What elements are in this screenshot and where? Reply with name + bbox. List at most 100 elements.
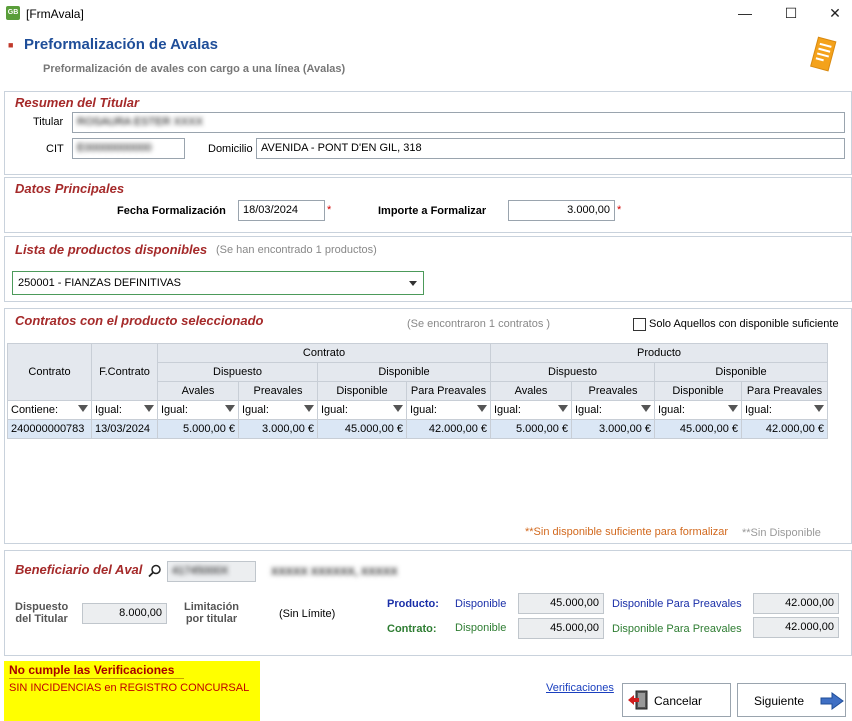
subgroup-header-dispuesto: Dispuesto — [490, 362, 655, 382]
filter-cell[interactable]: Igual: — [741, 400, 828, 420]
document-icon — [810, 36, 837, 72]
filter-cell[interactable]: Igual: — [238, 400, 318, 420]
resumen-section: Resumen del Titular — [4, 91, 852, 175]
cell-value: 45.000,00 € — [317, 419, 407, 439]
filter-row: Contiene: Igual: Igual: Igual: Igual: Ig… — [7, 400, 828, 420]
contrato-preavales-label: Disponible Para Preavales — [612, 623, 742, 635]
cell-value: 5.000,00 € — [490, 419, 572, 439]
filter-cell[interactable]: Igual: — [157, 400, 239, 420]
col-header-preavales[interactable]: Preavales — [238, 381, 318, 401]
col-header-contrato[interactable]: Contrato — [7, 343, 92, 401]
beneficiario-name: XXXXX XXXXXX, XXXXX — [271, 566, 398, 578]
warning-title: No cumple las Verificaciones — [9, 663, 175, 677]
group-header-producto: Producto — [490, 343, 828, 363]
next-label: Siguiente — [754, 694, 805, 708]
productos-title: Lista de productos disponibles — [15, 242, 208, 257]
domicilio-field[interactable]: AVENIDA - PONT D'EN GIL, 318 — [256, 138, 845, 159]
filter-cell[interactable]: Igual: — [317, 400, 407, 420]
verification-warning-box: No cumple las Verificaciones SIN INCIDEN… — [4, 661, 260, 721]
page-subtitle: Preformalización de avales con cargo a u… — [43, 63, 346, 75]
cancel-button[interactable]: Cancelar — [622, 683, 731, 717]
table-row[interactable]: 240000000783 13/03/2024 5.000,00 € 3.000… — [7, 419, 828, 439]
contrato-disponible-field: 45.000,00 — [518, 618, 604, 639]
filter-icon[interactable] — [477, 405, 487, 412]
producto-preavales-label: Disponible Para Preavales — [612, 598, 742, 610]
cell-value: 5.000,00 € — [157, 419, 239, 439]
col-header-preavales[interactable]: Preavales — [571, 381, 655, 401]
contratos-table: Contrato F.Contrato Contrato Producto Di… — [7, 343, 828, 439]
col-header-disponible[interactable]: Disponible — [654, 381, 742, 401]
filter-icon[interactable] — [144, 405, 154, 412]
cell-value: 45.000,00 € — [654, 419, 742, 439]
subgroup-header-disponible: Disponible — [654, 362, 828, 382]
filter-cell[interactable]: Igual: — [571, 400, 655, 420]
datos-title: Datos Principales — [15, 181, 125, 196]
filter-icon[interactable] — [728, 405, 738, 412]
exit-door-icon — [628, 690, 648, 710]
filter-cell[interactable]: Contiene: — [7, 400, 92, 420]
productos-count: (Se han encontrado 1 productos) — [216, 244, 377, 256]
group-header-contrato: Contrato — [157, 343, 491, 363]
col-header-para-preavales[interactable]: Para Preavales — [406, 381, 491, 401]
producto-label: Producto: — [387, 598, 439, 610]
titular-field[interactable]: ROSAURA ESTER XXXX — [72, 112, 845, 133]
limitacion-label: Limitación por titular — [184, 601, 240, 625]
col-header-avales[interactable]: Avales — [157, 381, 239, 401]
producto-select[interactable]: 250001 - FIANZAS DEFINITIVAS — [12, 271, 424, 295]
producto-disponible-label: Disponible — [455, 598, 507, 610]
cit-field[interactable]: E00000000000 — [72, 138, 185, 159]
cell-value: 42.000,00 € — [741, 419, 828, 439]
fecha-label: Fecha Formalización — [117, 205, 226, 217]
filter-cell[interactable]: Igual: — [654, 400, 742, 420]
verificaciones-link[interactable]: Verificaciones — [546, 682, 614, 694]
next-button[interactable]: Siguiente — [737, 683, 846, 717]
close-button[interactable]: ✕ — [812, 0, 852, 28]
contratos-title: Contratos con el producto seleccionado — [15, 313, 264, 328]
solo-disponible-checkbox[interactable] — [633, 318, 646, 331]
minimize-button[interactable]: — — [722, 0, 768, 28]
chevron-down-icon — [409, 281, 417, 286]
maximize-button[interactable]: ☐ — [768, 0, 814, 28]
warning-divider — [9, 678, 184, 679]
col-header-para-preavales[interactable]: Para Preavales — [741, 381, 828, 401]
contrato-label: Contrato: — [387, 623, 437, 635]
col-header-fcontrato[interactable]: F.Contrato — [91, 343, 158, 401]
importe-required-mark: * — [617, 204, 622, 216]
filter-icon[interactable] — [304, 405, 314, 412]
search-icon[interactable] — [148, 564, 162, 578]
filter-icon[interactable] — [393, 405, 403, 412]
domicilio-label: Domicilio — [208, 143, 253, 155]
producto-preavales-field: 42.000,00 — [753, 593, 839, 614]
filter-icon[interactable] — [641, 405, 651, 412]
window-title: [FrmAvala] — [26, 7, 84, 21]
importe-label: Importe a Formalizar — [378, 205, 487, 217]
importe-field[interactable]: 3.000,00 — [508, 200, 615, 221]
app-icon: GB — [6, 6, 20, 20]
producto-select-value: 250001 - FIANZAS DEFINITIVAS — [18, 277, 182, 289]
filter-icon[interactable] — [814, 405, 824, 412]
filter-icon[interactable] — [78, 405, 88, 412]
filter-cell[interactable]: Igual: — [91, 400, 158, 420]
dispuesto-titular-label: Dispuesto del Titular — [15, 601, 69, 625]
filter-icon[interactable] — [558, 405, 568, 412]
arrow-right-icon — [820, 692, 844, 710]
col-header-disponible[interactable]: Disponible — [317, 381, 407, 401]
fecha-field[interactable]: 18/03/2024 — [238, 200, 325, 221]
col-header-avales[interactable]: Avales — [490, 381, 572, 401]
subgroup-header-dispuesto: Dispuesto — [157, 362, 318, 382]
subgroup-header-disponible: Disponible — [317, 362, 491, 382]
beneficiario-id-value: 41745000X — [172, 565, 229, 577]
filter-cell[interactable]: Igual: — [490, 400, 572, 420]
cell-value: 3.000,00 € — [571, 419, 655, 439]
limitacion-value: (Sin Límite) — [279, 608, 336, 620]
contrato-preavales-field: 42.000,00 — [753, 617, 839, 638]
contratos-count: (Se encontraron 1 contratos ) — [407, 318, 551, 330]
header-bullet-icon: ■ — [8, 40, 14, 50]
filter-cell[interactable]: Igual: — [406, 400, 491, 420]
dispuesto-titular-field: 8.000,00 — [82, 603, 167, 624]
legend-sin-disponible: **Sin Disponible — [742, 527, 821, 539]
beneficiario-id-field[interactable]: 41745000X — [167, 561, 256, 582]
cell-contrato: 240000000783 — [7, 419, 92, 439]
filter-icon[interactable] — [225, 405, 235, 412]
cit-value: E00000000000 — [77, 142, 152, 154]
